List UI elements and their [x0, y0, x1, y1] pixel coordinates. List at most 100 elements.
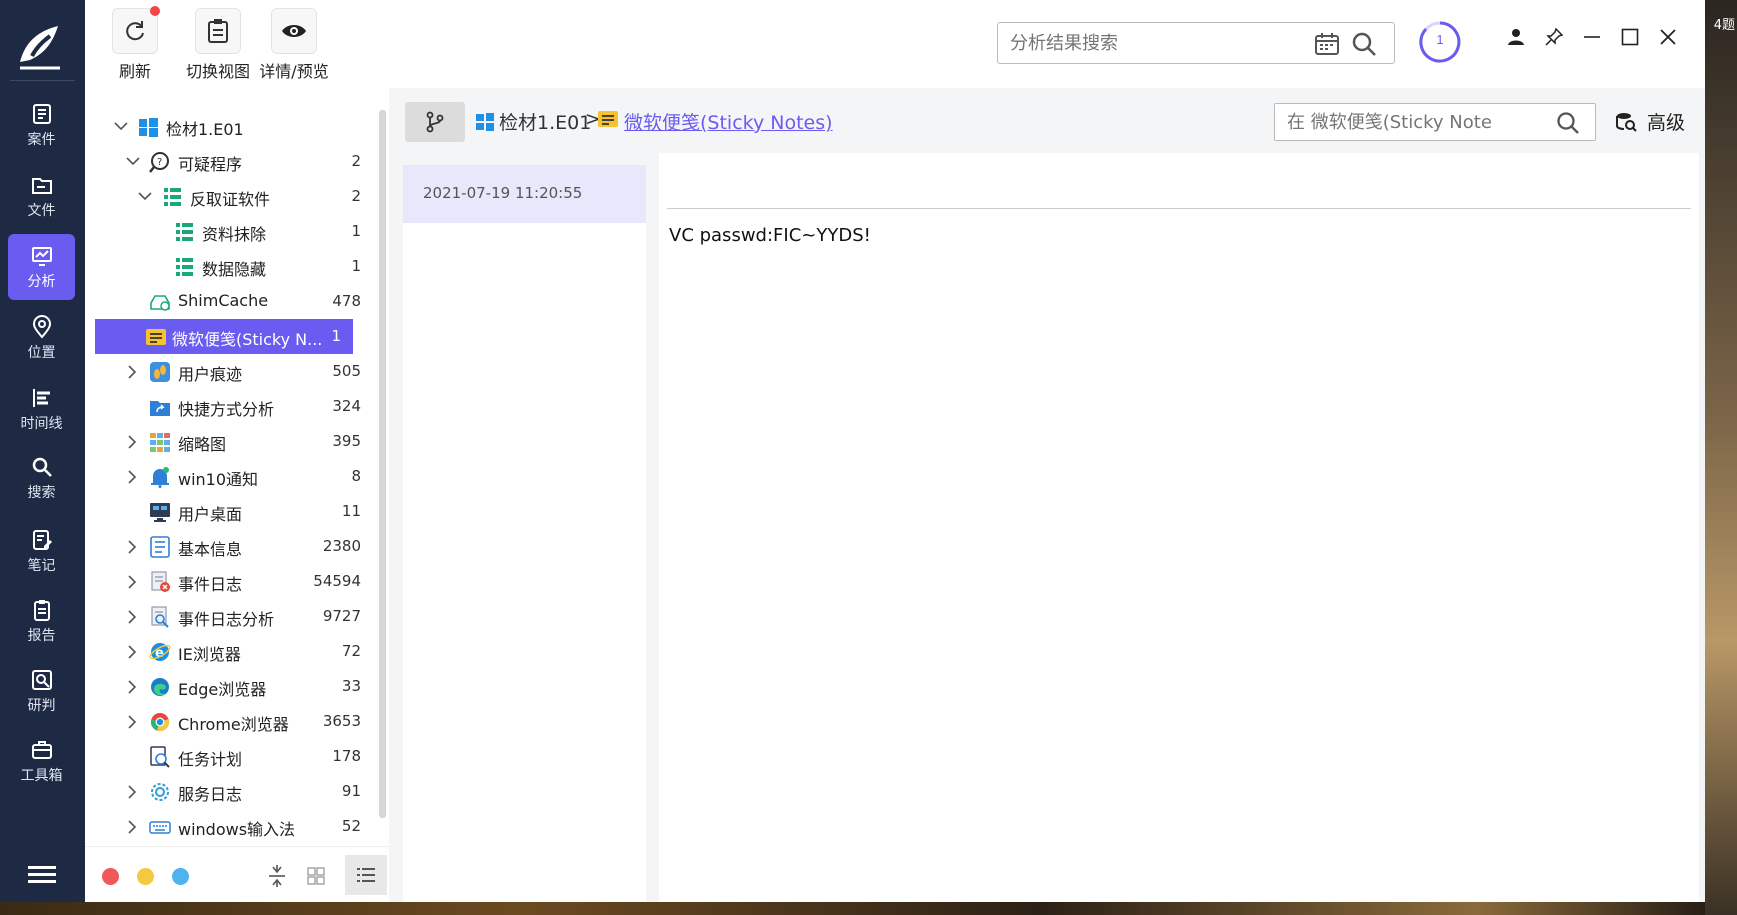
tree-scrollbar[interactable]	[379, 110, 386, 818]
tree-count: 324	[332, 397, 361, 415]
chevron-down-icon[interactable]	[113, 119, 129, 133]
chevron-right-icon[interactable]	[125, 784, 139, 800]
chevron-right-icon[interactable]	[125, 609, 139, 625]
tree-item-shimcache[interactable]: ShimCache 478	[95, 284, 373, 319]
nav-label: 笔记	[27, 558, 56, 574]
nav-item-notes[interactable]: 笔记	[8, 518, 75, 584]
advanced-search-button[interactable]: 高级	[1615, 108, 1685, 135]
chevron-right-icon[interactable]	[125, 364, 139, 380]
tree-count: 8	[351, 467, 361, 485]
nav-item-case[interactable]: 案件	[8, 92, 75, 158]
judge-icon	[31, 670, 52, 690]
tree-item-windows-ime[interactable]: windows输入法 52	[95, 809, 373, 844]
red-status-dot[interactable]	[102, 868, 119, 885]
list-view-button[interactable]	[345, 855, 387, 895]
tree-label: 用户痕迹	[178, 365, 243, 384]
local-search-input[interactable]	[1287, 110, 1537, 134]
nav-label: 搜索	[27, 485, 56, 501]
details-preview-button[interactable]: 详情/预览	[253, 8, 335, 82]
tree-item-anti-forensics[interactable]: 反取证软件 2	[95, 179, 373, 214]
list-view-icon	[357, 868, 375, 882]
sticky-note-icon	[146, 329, 166, 345]
eye-icon	[282, 25, 306, 37]
tree-label: 任务计划	[178, 750, 243, 769]
nav-label: 案件	[27, 132, 56, 148]
pin-icon[interactable]	[1545, 28, 1563, 46]
blue-status-dot[interactable]	[172, 868, 189, 885]
tree-item-basic-info[interactable]: 基本信息 2380	[95, 529, 373, 564]
tree-item-user-desktop[interactable]: 用户桌面 11	[95, 494, 373, 529]
maximize-icon[interactable]	[1621, 28, 1639, 46]
tree-item-chrome-browser[interactable]: Chrome浏览器 3653	[95, 704, 373, 739]
detail-panel: VC passwd:FIC~YYDS!	[659, 153, 1699, 902]
chevron-right-icon[interactable]	[125, 644, 139, 660]
list-green-icon	[176, 223, 193, 241]
tree-item-data-wipe[interactable]: 资料抹除 1	[95, 214, 373, 249]
chevron-down-icon[interactable]	[125, 154, 141, 168]
tree-item-evidence[interactable]: 检材1.E01	[95, 109, 373, 144]
nav-label: 时间线	[20, 416, 63, 432]
tree-item-shortcut-analysis[interactable]: 快捷方式分析 324	[95, 389, 373, 424]
tree-count: 3653	[322, 712, 361, 730]
tree-item-event-log[interactable]: 事件日志 54594	[95, 564, 373, 599]
chevron-right-icon[interactable]	[125, 679, 139, 695]
collapse-all-icon[interactable]	[267, 864, 287, 888]
grid-view-icon[interactable]	[307, 867, 325, 885]
chevron-right-icon[interactable]	[125, 434, 139, 450]
footprints-icon	[150, 362, 170, 382]
tree-count: 478	[332, 292, 361, 310]
chevron-right-icon[interactable]	[125, 539, 139, 555]
nav-label: 分析	[27, 274, 56, 290]
nav-item-file[interactable]: 文件	[8, 163, 75, 229]
tree-item-user-traces[interactable]: 用户痕迹 505	[95, 354, 373, 389]
search-icon[interactable]	[1555, 110, 1581, 136]
nav-item-report[interactable]: 报告	[8, 588, 75, 654]
nav-item-toolbox[interactable]: 工具箱	[8, 728, 75, 794]
nav-item-analysis[interactable]: 分析	[8, 234, 75, 300]
branch-toggle-button[interactable]	[405, 102, 465, 142]
nav-item-location[interactable]: 位置	[8, 305, 75, 371]
tree-item-edge-browser[interactable]: Edge浏览器 33	[95, 669, 373, 704]
refresh-button[interactable]: 刷新	[111, 6, 160, 82]
tree-item-scheduled-tasks[interactable]: 任务计划 178	[95, 739, 373, 774]
hamburger-menu-icon[interactable]	[28, 864, 56, 886]
windows-icon	[476, 113, 494, 131]
chevron-right-icon[interactable]	[125, 469, 139, 485]
tree-label: 基本信息	[178, 540, 243, 559]
tree-item-win10-notification[interactable]: win10通知 8	[95, 459, 373, 494]
minimize-icon[interactable]	[1583, 28, 1601, 46]
chevron-right-icon[interactable]	[125, 714, 139, 730]
tree-item-data-hiding[interactable]: 数据隐藏 1	[95, 249, 373, 284]
service-gear-icon	[151, 783, 169, 801]
task-progress-indicator[interactable]: 1	[1418, 20, 1462, 64]
tree-item-service-log[interactable]: 服务日志 91	[95, 774, 373, 809]
desktop-edge	[1705, 0, 1737, 915]
tree-item-thumbnails[interactable]: 缩略图 395	[95, 424, 373, 459]
breadcrumb-current[interactable]: 微软便笺(Sticky Notes)	[624, 108, 833, 135]
sticky-note-icon	[598, 111, 618, 127]
close-icon[interactable]	[1659, 28, 1677, 46]
user-icon[interactable]	[1507, 28, 1525, 46]
tree-count: 33	[341, 677, 361, 695]
search-icon[interactable]	[1350, 30, 1378, 58]
tree-item-event-log-analysis[interactable]: 事件日志分析 9727	[95, 599, 373, 634]
yellow-status-dot[interactable]	[137, 868, 154, 885]
chevron-down-icon[interactable]	[137, 189, 153, 203]
chevron-right-icon[interactable]	[125, 819, 139, 835]
tree-label: 资料抹除	[202, 225, 267, 244]
list-item[interactable]: 2021-07-19 11:20:55	[403, 165, 646, 223]
nav-item-timeline[interactable]: 时间线	[8, 376, 75, 442]
nav-item-search[interactable]: 搜索	[8, 445, 75, 511]
switch-view-button[interactable]: 切换视图	[177, 8, 259, 82]
chevron-right-icon[interactable]	[125, 574, 139, 590]
tree-count: 11	[341, 502, 361, 520]
tree-count: 91	[341, 782, 361, 800]
breadcrumb-root[interactable]: 检材1.E01	[499, 108, 591, 135]
tree-item-suspicious[interactable]: ? 可疑程序 2	[95, 144, 373, 179]
tree-item-sticky-notes[interactable]: 微软便笺(Sticky N... 1	[95, 319, 353, 354]
tree-item-ie-browser[interactable]: e IE浏览器 72	[95, 634, 373, 669]
global-search-input[interactable]	[1010, 31, 1300, 55]
nav-item-judge[interactable]: 研判	[8, 658, 75, 724]
bell-icon	[151, 467, 169, 488]
calendar-icon[interactable]	[1314, 32, 1340, 56]
